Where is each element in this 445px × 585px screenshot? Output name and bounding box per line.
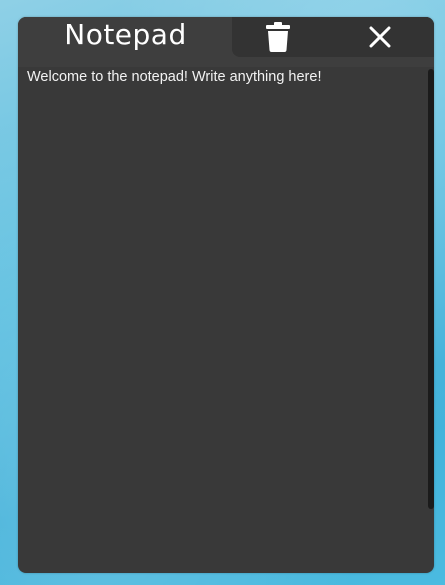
scrollbar[interactable] bbox=[428, 69, 434, 509]
notepad-text-area[interactable]: Welcome to the notepad! Write anything h… bbox=[18, 65, 426, 573]
trash-icon bbox=[266, 22, 290, 52]
notepad-window: Notepad Welcome to the notepad! Write an… bbox=[18, 17, 434, 573]
title-actions bbox=[232, 17, 434, 57]
notepad-text: Welcome to the notepad! Write anything h… bbox=[27, 69, 322, 85]
delete-button[interactable] bbox=[248, 17, 308, 57]
close-icon bbox=[369, 26, 391, 48]
title-bar[interactable]: Notepad bbox=[18, 17, 434, 67]
window-title: Notepad bbox=[64, 18, 187, 51]
close-button[interactable] bbox=[350, 17, 410, 57]
